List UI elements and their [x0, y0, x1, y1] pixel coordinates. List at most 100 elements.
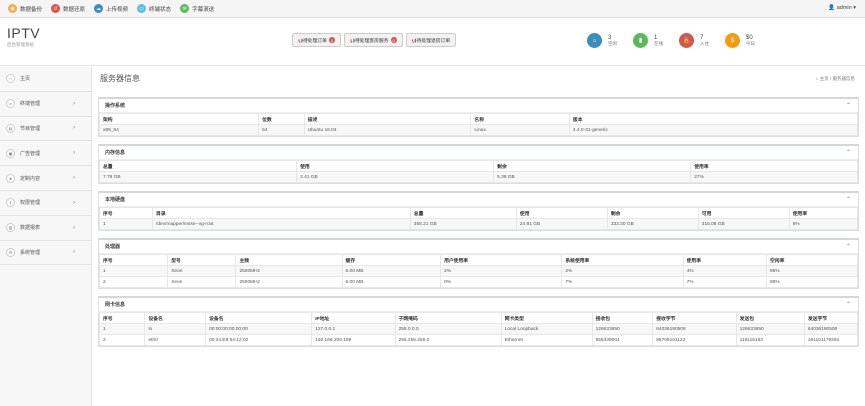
sidebar-item-label: 广告管理	[20, 150, 41, 157]
sidebar-item[interactable]: ⌂ 主页	[0, 67, 91, 92]
table-cell: 88%	[765, 276, 859, 288]
info-panel: 操作系统 ⌃ 架构 位数 描述 名称 版本 x86_64 64 Ubuntu 16.04 Linux…	[98, 97, 859, 137]
header-button-0[interactable]: 📢 待处理订单 0	[292, 33, 341, 47]
monitor-icon: ▭	[6, 99, 15, 109]
table-cell: 00:00:00:00:00:00	[205, 323, 313, 335]
gear-icon: ⚙	[6, 247, 15, 257]
sidebar-item-label: 数据报表	[20, 225, 41, 232]
header-button-2[interactable]: 📢 待处理退房订单	[405, 33, 457, 47]
sidebar-item[interactable]: ▥ 数据报表 ›	[0, 216, 91, 241]
column-header: 序号	[98, 254, 169, 266]
table-cell: lo	[144, 323, 207, 335]
table-cell: 1	[98, 265, 169, 277]
column-header: 名称	[470, 113, 570, 125]
table-row: 2 Xeon 2500MHz 6.00 MB 0% 7% 7% 88%	[98, 276, 859, 288]
collapse-icon[interactable]: ⌃	[846, 102, 851, 109]
sidebar-item[interactable]: ★ 定制内容 ›	[0, 166, 91, 191]
collapse-icon[interactable]: ⌃	[846, 301, 851, 308]
stat-label: 在线	[654, 41, 663, 46]
panel-title: 操作系统	[105, 103, 126, 109]
table-row: x86_64 64 Ubuntu 16.04 Linux 4.4.0-31-generi…	[98, 124, 859, 136]
toolbar-item[interactable]: ✉ 字幕滚送	[180, 4, 214, 13]
upload-icon: ☁	[94, 4, 104, 13]
sidebar-item-label: 权限管理	[20, 200, 41, 207]
column-header: 使用	[296, 160, 495, 172]
info-table: 序号 型号 主频 缓存 用户使用率 系统使用率 使用率 空闲率 1 Xeon 2500MHz 6.00…	[98, 254, 859, 288]
brand-subtitle: 后台管理系统	[7, 42, 34, 47]
chevron-right-icon: ›	[73, 150, 75, 157]
column-header: 缓存	[341, 254, 442, 266]
panel-title: 网卡信息	[105, 302, 126, 308]
panel-title: 本地硬盘	[105, 197, 126, 203]
chevron-right-icon: ›	[73, 125, 75, 132]
table-cell: 2	[98, 276, 169, 288]
table-cell: 127.0.0.1	[311, 323, 396, 335]
star-icon: ★	[6, 173, 15, 183]
column-header: 发送包	[735, 312, 805, 324]
stat-item: ⌂ 3 空闲	[587, 33, 617, 48]
info-panel: 本地硬盘 ⌃ 序号 目录 总量 使用 剩余 可用 使用率 1/dev/mapper/msse--v…	[98, 191, 859, 231]
film-icon: ▤	[6, 123, 15, 133]
toolbar-item-label: 数据备份	[20, 6, 43, 13]
column-header: IP地址	[311, 312, 396, 324]
toolbar-item[interactable]: ↺ 数据还原	[51, 4, 85, 13]
collapse-icon[interactable]: ⌃	[846, 243, 851, 250]
column-header: 架构	[98, 113, 260, 125]
column-header: 描述	[303, 113, 472, 125]
column-header: 总量	[409, 207, 517, 219]
collapse-icon[interactable]: ⌃	[846, 196, 851, 203]
table-cell: 192.168.200.199	[311, 334, 396, 346]
sidebar-item[interactable]: ▭ 终端管理 ›	[0, 92, 91, 117]
collapse-icon[interactable]: ⌃	[846, 149, 851, 156]
header-button-label: 待处理客房服务	[354, 38, 389, 44]
breadcrumb-home[interactable]: 主页	[820, 76, 829, 81]
brand: IPTV 后台管理系统	[7, 25, 40, 48]
stat-item: $ $0 今日	[725, 33, 755, 48]
toolbar-item[interactable]: ◉ 数据备份	[8, 4, 42, 13]
column-header: 空闲率	[765, 254, 859, 266]
table-cell: /dev/mapper/msse--vg-root	[152, 218, 411, 230]
header-button-1[interactable]: 📢 待处理客房服务 0	[343, 33, 403, 47]
stat-label: 入住	[700, 41, 709, 46]
stat-item: 🔒 7 入住	[679, 33, 709, 48]
chat-icon: ✉	[180, 4, 190, 13]
column-header: 总量	[98, 160, 298, 172]
table-cell: 24.91 GB	[515, 218, 608, 230]
sidebar-item[interactable]: ▤ 节目管理 ›	[0, 117, 91, 142]
column-header: 使用	[515, 207, 608, 219]
chevron-right-icon: ›	[73, 224, 75, 231]
table-row: 1 Xeon 2500MHz 6.00 MB 2% 2% 4% 95%	[98, 265, 859, 277]
table-cell: 64036190508	[803, 323, 859, 335]
sidebar-item[interactable]: ▣ 广告管理 ›	[0, 141, 91, 167]
column-header: 位数	[258, 113, 305, 125]
table-cell: 00:24:E8:54:12:02	[205, 334, 313, 346]
column-header: 版本	[568, 113, 859, 125]
table-cell: 7%	[561, 276, 684, 288]
sidebar: ⌂ 主页 ▭ 终端管理 › ▤ 节目管理 › ▣ 广告管理 › ★ 定制内容 › ⚷ 权限管理 › ▥ 数据报表 › ⚙…	[0, 67, 92, 406]
table-cell: 119115163	[735, 334, 805, 346]
sidebar-item[interactable]: ⚷ 权限管理 ›	[0, 191, 91, 216]
user-menu[interactable]: 👤 admin ▾	[828, 5, 856, 11]
table-cell: x86_64	[98, 124, 260, 136]
table-cell: Local Loopback	[500, 323, 593, 335]
header-button-label: 待处理退房订单	[416, 38, 451, 44]
sidebar-item[interactable]: ⚙ 系统管理 ›	[0, 241, 91, 266]
header-button-label: 待处理订单	[302, 38, 327, 44]
monitor-icon: ▭	[137, 4, 147, 13]
toolbar-item-label: 终端状态	[149, 6, 172, 13]
info-panel: 处理器 ⌃ 序号 型号 主频 缓存 用户使用率 系统使用率 使用率 空闲率 1 Xeon 2500MHz…	[98, 238, 859, 289]
table-header-row: 总量 使用 剩余 使用率	[98, 160, 858, 172]
table-cell: Linux	[470, 124, 570, 136]
column-header: 剩余	[606, 207, 699, 219]
info-table: 架构 位数 描述 名称 版本 x86_64 64 Ubuntu 16.04 Linux 4.4.0…	[98, 113, 859, 136]
table-cell: Ubuntu 16.04	[303, 124, 472, 136]
toolbar-item[interactable]: ▭ 终端状态	[137, 4, 171, 13]
toolbar-item[interactable]: ☁ 上传视频	[94, 4, 128, 13]
database-icon: ◉	[8, 4, 17, 13]
table-cell: 27%	[690, 171, 858, 183]
user-name: admin	[836, 5, 852, 11]
table-cell: 4%	[682, 265, 767, 277]
stat-label: 今日	[746, 41, 755, 46]
column-header: 子网掩码	[394, 312, 502, 324]
chevron-down-icon: ▾	[853, 5, 856, 11]
